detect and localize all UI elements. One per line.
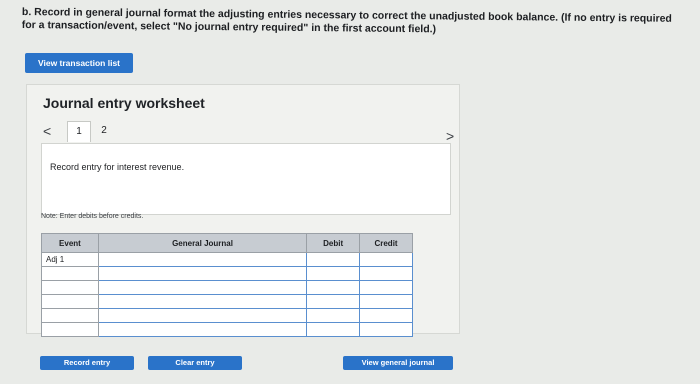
credit-input[interactable]: [359, 294, 413, 309]
clear-entry-button[interactable]: Clear entry: [148, 356, 242, 370]
event-cell: [41, 322, 99, 337]
credit-input[interactable]: [359, 252, 413, 267]
table-row: [41, 294, 413, 309]
credit-input[interactable]: [359, 280, 413, 295]
journal-table: Event General Journal Debit Credit Adj 1: [41, 233, 413, 337]
debits-note: Note: Enter debits before credits.: [41, 213, 144, 220]
table-row: Adj 1: [41, 252, 413, 267]
debit-input[interactable]: [306, 308, 361, 323]
table-row: [41, 322, 413, 337]
chevron-left-icon[interactable]: <: [43, 123, 51, 139]
credit-input[interactable]: [359, 308, 413, 323]
credit-input[interactable]: [359, 266, 413, 281]
entry-description: Record entry for interest revenue.: [50, 162, 185, 172]
debit-input[interactable]: [306, 322, 361, 337]
table-row: [41, 266, 413, 281]
column-header-general-journal: General Journal: [97, 233, 308, 253]
event-cell: [41, 280, 99, 295]
account-select[interactable]: [97, 322, 308, 337]
account-select[interactable]: [97, 266, 308, 281]
event-cell: Adj 1: [41, 252, 99, 267]
account-select[interactable]: [97, 280, 308, 295]
view-transaction-list-button[interactable]: View transaction list: [25, 53, 133, 73]
event-cell: [41, 308, 99, 323]
entry-description-box: Record entry for interest revenue.: [41, 143, 451, 215]
event-cell: [41, 266, 99, 281]
record-entry-button[interactable]: Record entry: [40, 356, 134, 370]
debit-input[interactable]: [306, 294, 361, 309]
debit-input[interactable]: [306, 280, 361, 295]
column-header-event: Event: [41, 233, 99, 253]
debit-input[interactable]: [306, 252, 361, 267]
event-cell: [41, 294, 99, 309]
table-row: [41, 280, 413, 295]
credit-input[interactable]: [359, 322, 413, 337]
debit-input[interactable]: [306, 266, 361, 281]
account-select[interactable]: [97, 252, 308, 267]
account-select[interactable]: [97, 294, 308, 309]
view-general-journal-button[interactable]: View general journal: [343, 356, 453, 370]
table-row: [41, 308, 413, 323]
chevron-right-icon[interactable]: >: [446, 128, 454, 144]
instructions-text: b. Record in general journal format the …: [21, 6, 672, 36]
worksheet-title: Journal entry worksheet: [43, 95, 205, 111]
column-header-debit: Debit: [306, 233, 361, 253]
account-select[interactable]: [97, 308, 308, 323]
page-tab-1[interactable]: 1: [67, 121, 91, 142]
column-header-credit: Credit: [359, 233, 413, 253]
page-tab-2[interactable]: 2: [93, 121, 115, 141]
journal-entry-worksheet-panel: Journal entry worksheet < 1 2 Record ent…: [26, 84, 460, 337]
